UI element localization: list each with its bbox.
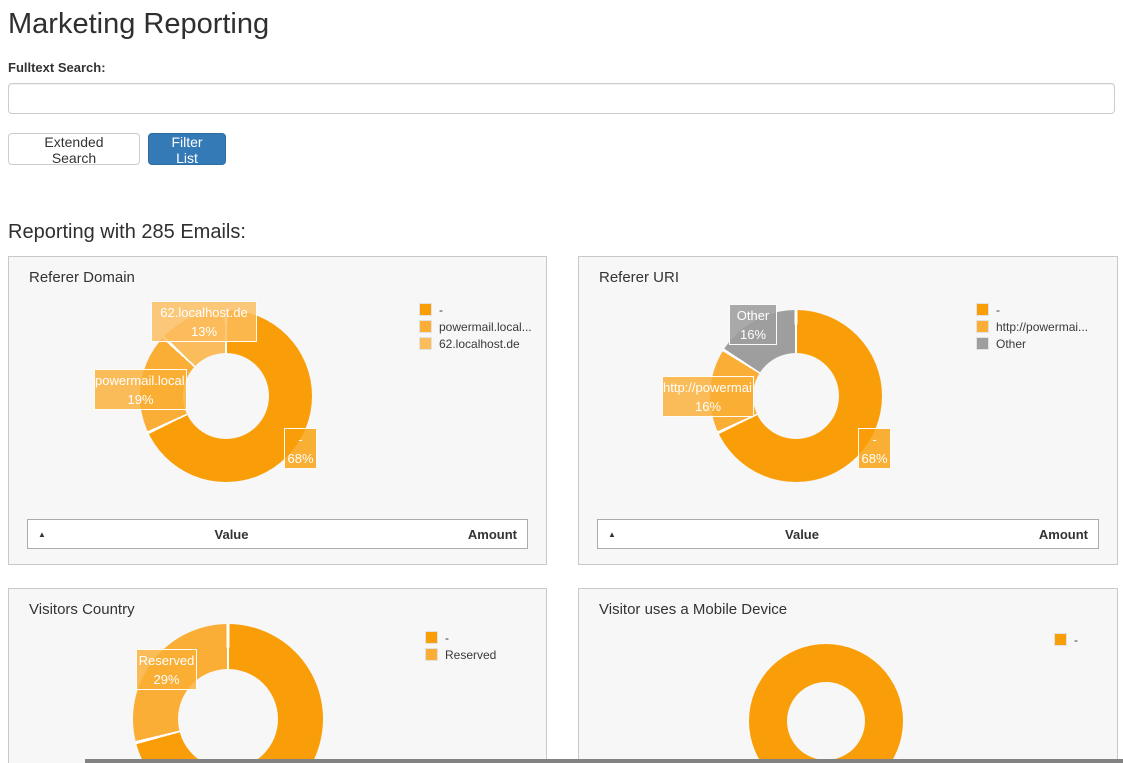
chart-legend: - Reserved xyxy=(425,629,496,663)
results-table-header: ▲ Value Amount xyxy=(27,519,528,549)
slice-label: powermail.local... 19% xyxy=(94,369,187,410)
panel-visitors-country: Visitors Country Reserved 29% - Reserved xyxy=(8,588,547,763)
slice-label: 62.localhost.de 13% xyxy=(151,301,257,342)
fulltext-search-label: Fulltext Search: xyxy=(8,60,106,75)
sort-arrow-icon[interactable]: ▲ xyxy=(28,530,56,539)
chart-legend: - powermail.local... 62.localhost.de xyxy=(419,301,532,352)
column-header-value[interactable]: Value xyxy=(626,527,978,542)
fulltext-search-input[interactable] xyxy=(8,83,1115,114)
slice-label: Reserved 29% xyxy=(136,649,197,690)
slice-label-pct: 68% xyxy=(285,449,316,468)
slice-label-name: Reserved xyxy=(137,651,196,670)
donut-hole xyxy=(753,353,839,439)
page-title: Marketing Reporting xyxy=(8,8,269,41)
slice-label-pct: 16% xyxy=(663,397,753,416)
slice-label-name: Other xyxy=(730,306,776,325)
extended-search-button[interactable]: Extended Search xyxy=(8,133,140,165)
legend-item: - xyxy=(419,301,532,318)
slice-label-pct: 29% xyxy=(137,670,196,689)
bottom-gray-bar xyxy=(85,759,1123,763)
legend-swatch xyxy=(976,320,989,333)
slice-label-name: http://powermai... xyxy=(663,378,753,397)
legend-swatch xyxy=(425,648,438,661)
slice-label: - 68% xyxy=(858,428,891,469)
slice-label-name: 62.localhost.de xyxy=(152,303,256,322)
sort-arrow-icon[interactable]: ▲ xyxy=(598,530,626,539)
slice-label-pct: 13% xyxy=(152,322,256,341)
legend-item: 62.localhost.de xyxy=(419,335,532,352)
slice-label-pct: 16% xyxy=(730,325,776,344)
panel-referer-uri: Referer URI Other 16% http://powermai...… xyxy=(578,256,1118,565)
legend-swatch xyxy=(976,303,989,316)
panel-title: Referer Domain xyxy=(29,269,135,286)
legend-item: - xyxy=(1054,631,1078,648)
legend-swatch xyxy=(419,337,432,350)
panel-title: Referer URI xyxy=(599,269,679,286)
legend-item: Reserved xyxy=(425,646,496,663)
slice-label: Other 16% xyxy=(729,304,777,345)
slice-label-name: - xyxy=(859,430,890,449)
donut-hole xyxy=(787,682,865,760)
panel-referer-domain: Referer Domain 62.localhost.de 13% power… xyxy=(8,256,547,565)
column-header-amount[interactable]: Amount xyxy=(407,527,527,542)
legend-swatch xyxy=(425,631,438,644)
legend-swatch xyxy=(419,320,432,333)
chart-legend: - xyxy=(1054,631,1078,648)
chart-legend: - http://powermai... Other xyxy=(976,301,1088,352)
legend-swatch xyxy=(976,337,989,350)
panel-mobile-device: Visitor uses a Mobile Device - xyxy=(578,588,1118,763)
slice-label-pct: 68% xyxy=(859,449,890,468)
legend-item: - xyxy=(425,629,496,646)
column-header-value[interactable]: Value xyxy=(56,527,407,542)
donut-hole xyxy=(183,353,269,439)
slice-label-pct: 19% xyxy=(95,390,186,409)
slice-label: http://powermai... 16% xyxy=(662,376,754,417)
column-header-amount[interactable]: Amount xyxy=(978,527,1098,542)
legend-item: powermail.local... xyxy=(419,318,532,335)
marketing-reporting-page: Marketing Reporting Fulltext Search: Ext… xyxy=(0,0,1123,763)
legend-item: - xyxy=(976,301,1088,318)
legend-item: Other xyxy=(976,335,1088,352)
legend-swatch xyxy=(419,303,432,316)
panel-title: Visitor uses a Mobile Device xyxy=(599,601,787,618)
slice-label-name: - xyxy=(285,430,316,449)
filter-list-button[interactable]: Filter List xyxy=(148,133,226,165)
slice-label-name: powermail.local... xyxy=(95,371,186,390)
reporting-heading: Reporting with 285 Emails: xyxy=(8,221,246,244)
slice-label: - 68% xyxy=(284,428,317,469)
panel-title: Visitors Country xyxy=(29,601,135,618)
legend-swatch xyxy=(1054,633,1067,646)
results-table-header: ▲ Value Amount xyxy=(597,519,1099,549)
legend-item: http://powermai... xyxy=(976,318,1088,335)
